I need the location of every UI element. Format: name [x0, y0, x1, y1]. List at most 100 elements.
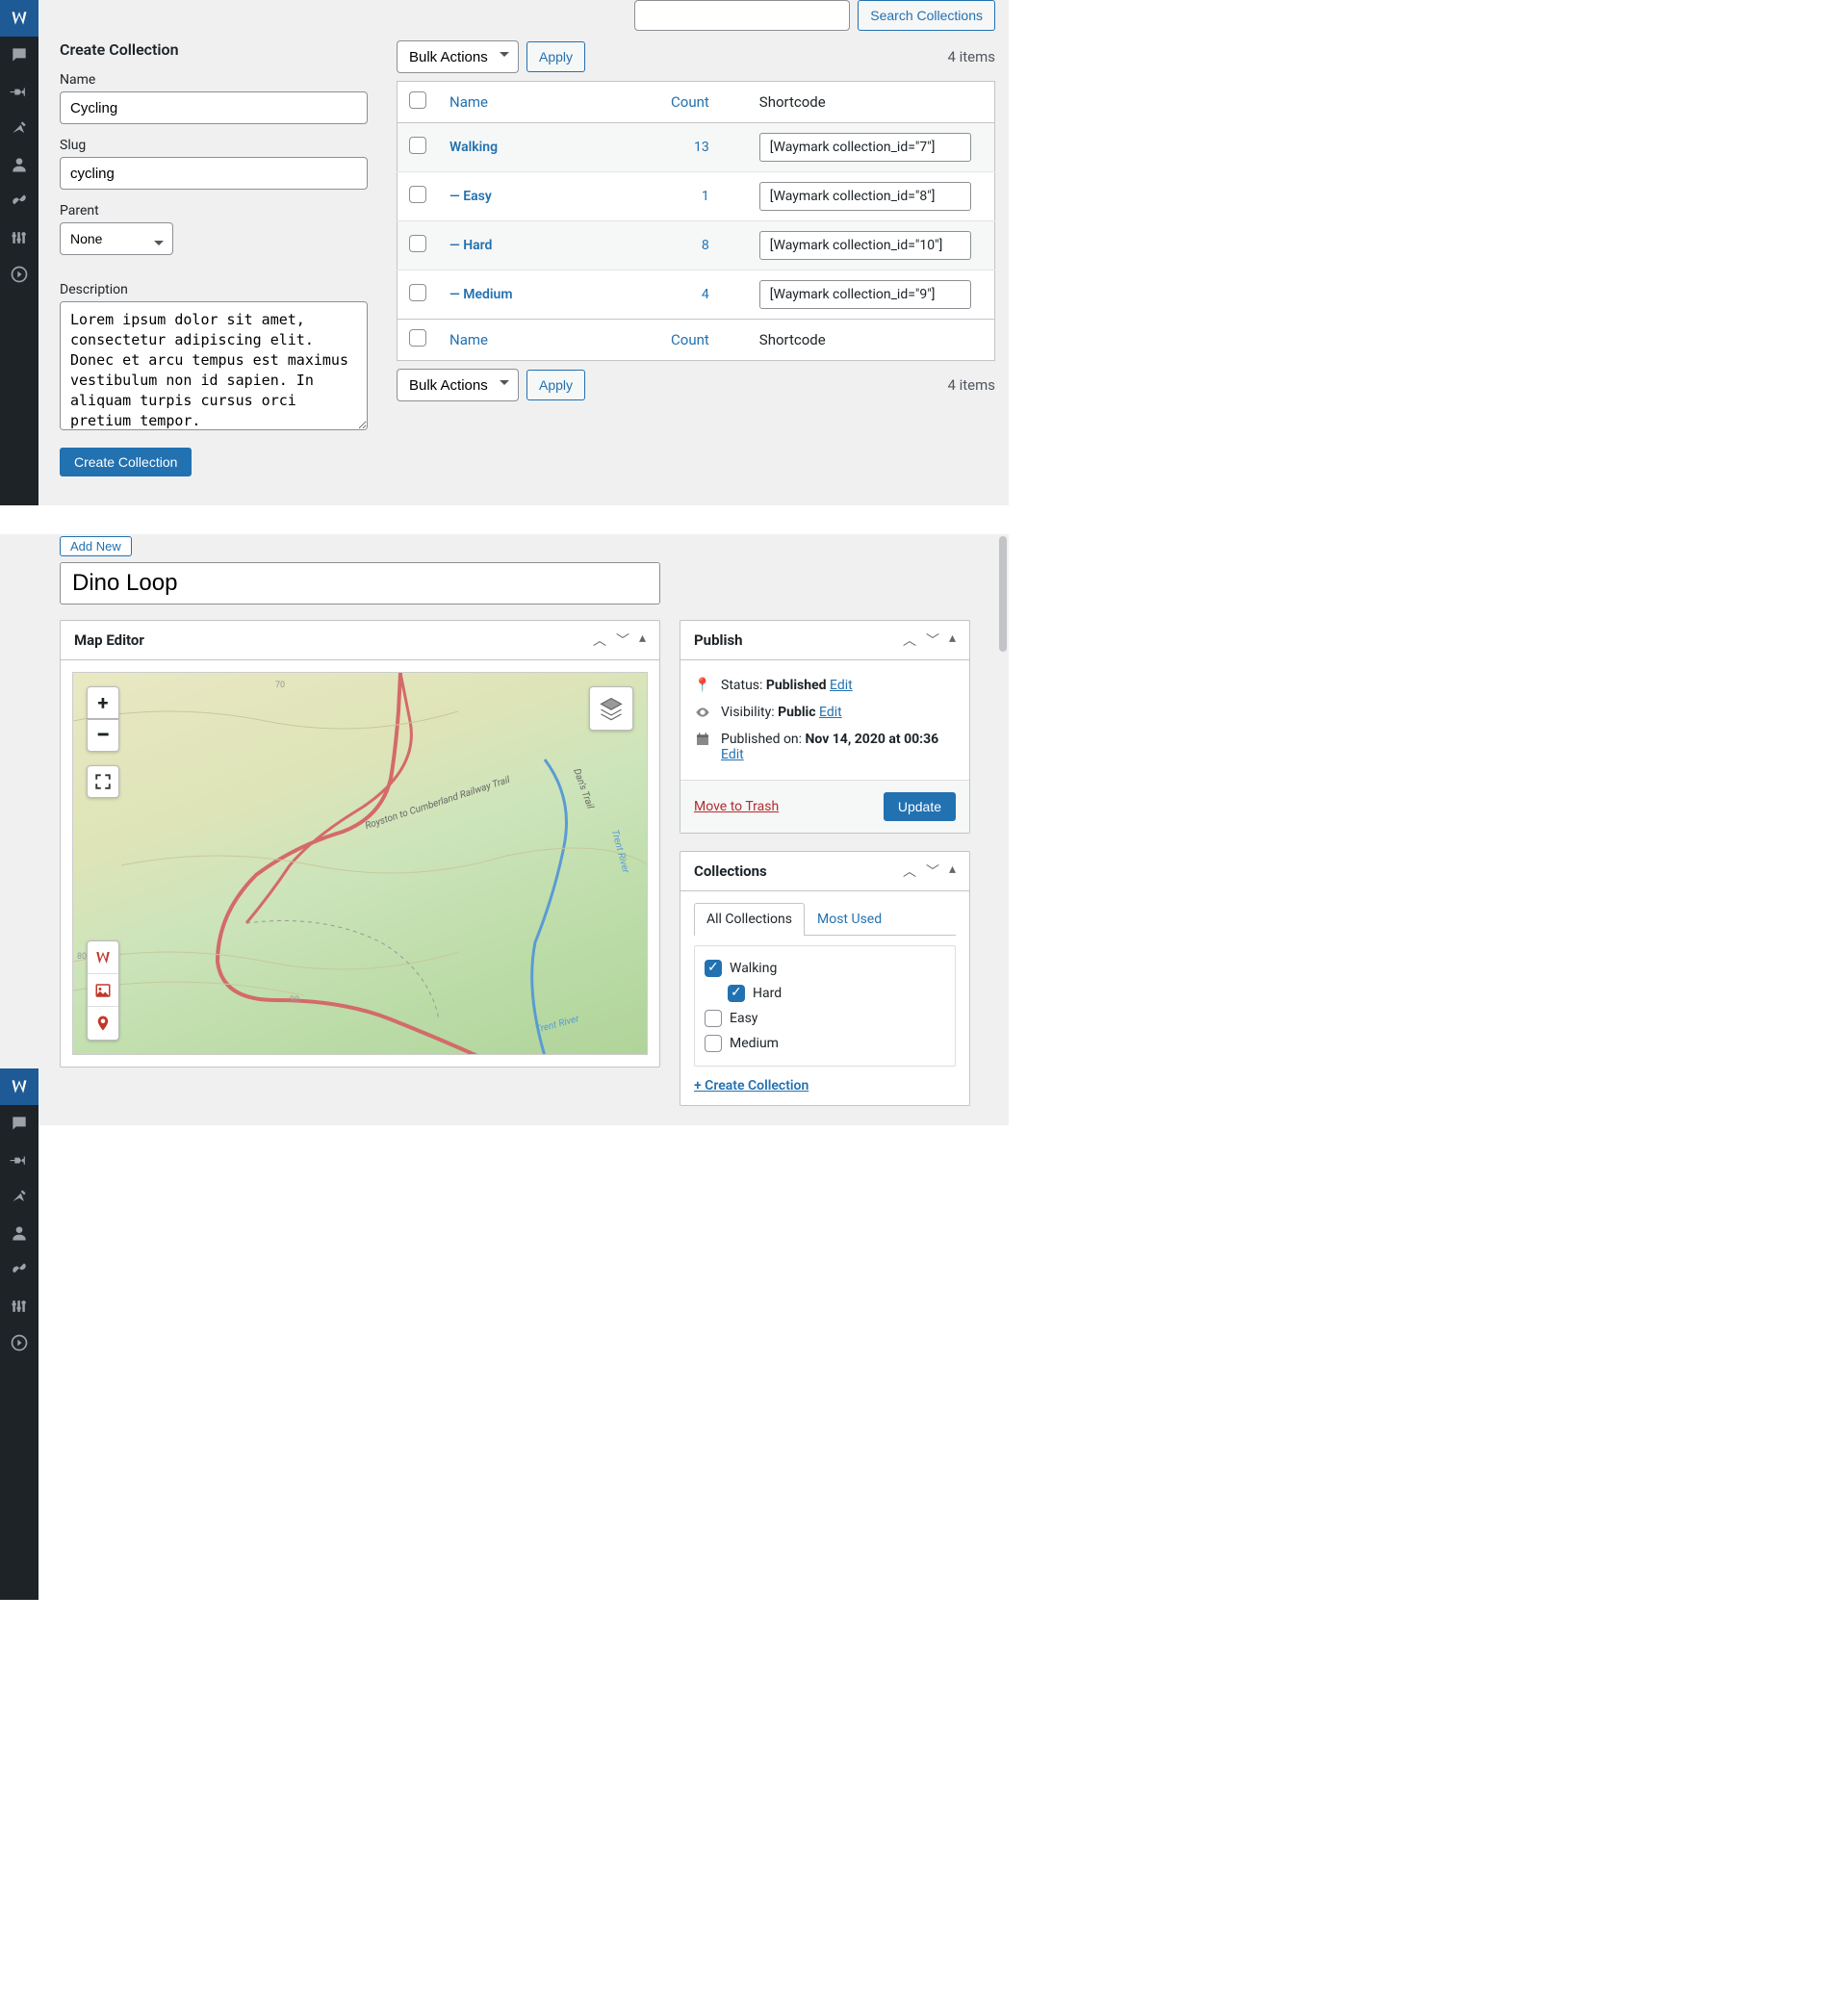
chevron-down-icon[interactable]: ﹀: [616, 630, 629, 650]
collection-checkbox[interactable]: [705, 1010, 722, 1027]
col-count-header[interactable]: Count: [671, 93, 709, 111]
menu-tools-icon[interactable]: [0, 1251, 38, 1288]
published-label: Published on:: [721, 732, 806, 747]
chevron-up-icon[interactable]: ︿: [903, 862, 916, 881]
scrollbar[interactable]: [999, 536, 1007, 652]
collection-checkbox-item: Walking: [705, 956, 945, 981]
create-collection-link[interactable]: + Create Collection: [694, 1078, 808, 1094]
col-shortcode-header: Shortcode: [748, 82, 995, 123]
collection-name-link[interactable]: — Easy: [449, 189, 492, 204]
chevron-up-icon[interactable]: ︿: [593, 630, 606, 650]
parent-label: Parent: [60, 203, 368, 219]
move-to-trash-link[interactable]: Move to Trash: [694, 799, 779, 814]
collection-checkbox[interactable]: [705, 1035, 722, 1052]
tool-marker-icon[interactable]: [88, 1007, 118, 1040]
row-checkbox[interactable]: [409, 284, 426, 301]
create-collection-button[interactable]: Create Collection: [60, 448, 192, 476]
calendar-icon: [694, 732, 711, 747]
row-checkbox[interactable]: [409, 137, 426, 154]
menu-tools-icon[interactable]: [0, 183, 38, 219]
collection-count-link[interactable]: 13: [694, 140, 709, 155]
tab-most-used[interactable]: Most Used: [805, 903, 894, 935]
map-editor-heading: Map Editor: [74, 631, 144, 649]
select-all-checkbox-top[interactable]: [409, 91, 426, 109]
collection-checkbox-label: Walking: [730, 961, 777, 976]
map-title-input[interactable]: [60, 562, 660, 605]
caret-up-icon[interactable]: ▴: [949, 630, 956, 650]
col-shortcode-footer: Shortcode: [748, 320, 995, 361]
map-label-trent2: Trent River: [534, 1014, 579, 1036]
chevron-up-icon[interactable]: ︿: [903, 630, 916, 650]
add-new-button[interactable]: Add New: [60, 536, 132, 556]
menu-pin-icon[interactable]: [0, 1142, 38, 1178]
bulk-actions-select-bottom[interactable]: Bulk Actions: [397, 369, 519, 401]
shortcode-value[interactable]: [Waymark collection_id="9"]: [759, 280, 971, 309]
name-input[interactable]: [60, 91, 368, 124]
collection-checkbox-label: Easy: [730, 1011, 757, 1026]
description-label: Description: [60, 282, 368, 297]
search-collections-input[interactable]: [634, 0, 850, 31]
menu-settings-icon[interactable]: [0, 1288, 38, 1325]
status-value: Published: [766, 678, 827, 693]
shortcode-value[interactable]: [Waymark collection_id="8"]: [759, 182, 971, 211]
edit-status-link[interactable]: Edit: [830, 678, 853, 693]
menu-pin-icon[interactable]: [0, 73, 38, 110]
update-button[interactable]: Update: [884, 792, 956, 821]
slug-input[interactable]: [60, 157, 368, 190]
bulk-actions-select-top[interactable]: Bulk Actions: [397, 40, 519, 73]
collection-checkbox-label: Medium: [730, 1036, 779, 1051]
menu-settings-icon[interactable]: [0, 219, 38, 256]
collection-count-link[interactable]: 8: [702, 238, 709, 253]
collection-checkbox[interactable]: [705, 960, 722, 977]
shortcode-value[interactable]: [Waymark collection_id="10"]: [759, 231, 971, 260]
row-checkbox[interactable]: [409, 186, 426, 203]
apply-button-bottom[interactable]: Apply: [526, 370, 585, 400]
apply-button-top[interactable]: Apply: [526, 41, 585, 72]
collection-count-link[interactable]: 4: [702, 287, 709, 302]
row-checkbox[interactable]: [409, 235, 426, 252]
collection-checkbox[interactable]: [728, 985, 745, 1002]
eye-icon: [694, 705, 711, 720]
menu-users-icon[interactable]: [0, 1215, 38, 1251]
menu-appearance-icon[interactable]: [0, 1178, 38, 1215]
published-value: Nov 14, 2020 at 00:36: [806, 732, 939, 747]
collection-count-link[interactable]: 1: [702, 189, 709, 204]
fullscreen-button[interactable]: [87, 765, 119, 798]
col-name-footer[interactable]: Name: [449, 331, 488, 348]
menu-collapse-icon[interactable]: [0, 256, 38, 293]
menu-comments-icon[interactable]: [0, 37, 38, 73]
table-row: — Hard 8 [Waymark collection_id="10"]: [398, 221, 995, 270]
collection-name-link[interactable]: — Hard: [449, 238, 492, 253]
slug-label: Slug: [60, 138, 368, 153]
collection-name-link[interactable]: — Medium: [449, 287, 512, 302]
menu-waymark-icon[interactable]: [0, 1068, 38, 1105]
description-textarea[interactable]: Lorem ipsum dolor sit amet, consectetur …: [60, 301, 368, 430]
caret-up-icon[interactable]: ▴: [949, 862, 956, 881]
search-collections-button[interactable]: Search Collections: [858, 0, 995, 31]
menu-waymark-icon[interactable]: [0, 0, 38, 37]
menu-users-icon[interactable]: [0, 146, 38, 183]
tool-waymark-icon[interactable]: [88, 941, 118, 974]
items-count-bottom: 4 items: [947, 376, 995, 394]
shortcode-value[interactable]: [Waymark collection_id="7"]: [759, 133, 971, 162]
menu-collapse-icon[interactable]: [0, 1325, 38, 1361]
chevron-down-icon[interactable]: ﹀: [926, 862, 939, 881]
zoom-out-button[interactable]: −: [87, 719, 119, 752]
menu-appearance-icon[interactable]: [0, 110, 38, 146]
caret-up-icon[interactable]: ▴: [639, 630, 646, 650]
tab-all-collections[interactable]: All Collections: [694, 903, 805, 936]
map-canvas[interactable]: Royston to Cumberland Railway Trail Tren…: [72, 672, 648, 1055]
parent-select[interactable]: None: [60, 222, 173, 255]
chevron-down-icon[interactable]: ﹀: [926, 630, 939, 650]
select-all-checkbox-bottom[interactable]: [409, 329, 426, 347]
edit-date-link[interactable]: Edit: [721, 747, 744, 762]
menu-comments-icon[interactable]: [0, 1105, 38, 1142]
tool-image-icon[interactable]: [88, 974, 118, 1007]
map-label-dans: Dan's Trail: [571, 767, 595, 811]
col-count-footer[interactable]: Count: [671, 331, 709, 348]
layers-button[interactable]: [589, 686, 633, 731]
collection-name-link[interactable]: Walking: [449, 140, 498, 155]
col-name-header[interactable]: Name: [449, 93, 488, 111]
edit-visibility-link[interactable]: Edit: [819, 705, 842, 720]
zoom-in-button[interactable]: +: [87, 686, 119, 719]
